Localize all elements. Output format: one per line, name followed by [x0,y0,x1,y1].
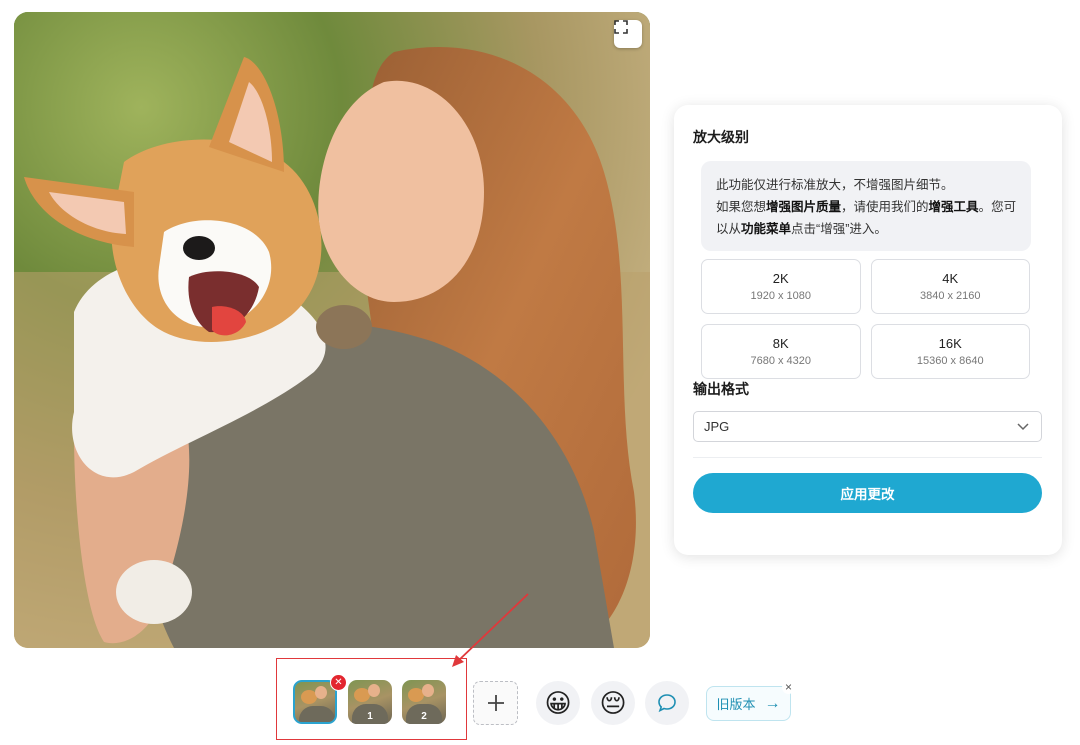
sad-face-icon: 😔 [599,687,627,718]
note-line-2: 如果您想增强图片质量，请使用我们的增强工具。您可以从功能菜单点击“增强”进入。 [716,196,1017,240]
upscale-info-note: 此功能仅进行标准放大，不增强图片细节。 如果您想增强图片质量，请使用我们的增强工… [701,161,1031,251]
thumbnail-2[interactable]: 2 [402,680,446,724]
feedback-happy-button[interactable]: 😀 [536,681,580,725]
scale-level-title: 放大级别 [693,129,749,145]
close-old-version-button[interactable]: × [782,681,795,694]
output-format-title: 输出格式 [693,381,749,397]
resolution-option-2k[interactable]: 2K 1920 x 1080 [701,259,861,314]
output-format-value: JPG [704,419,730,434]
remove-thumbnail-button[interactable]: ✕ [330,674,347,691]
resolution-option-4k[interactable]: 4K 3840 x 2160 [870,259,1030,314]
note-text-d: 点击“增强”进入。 [791,222,887,236]
plus-icon [487,695,504,711]
resolution-option-8k[interactable]: 8K 7680 x 4320 [701,324,861,379]
resolution-name: 16K [938,336,962,351]
thumbnail-1[interactable]: 1 [348,680,392,724]
arrow-right-icon: → [764,694,781,712]
resolution-name: 2K [772,271,789,286]
feedback-sad-button[interactable]: 😔 [591,681,635,725]
thumbnail-label: 2 [421,711,427,722]
resolution-dims: 1920 x 1080 [750,290,812,302]
output-format-select[interactable]: JPG [693,411,1042,442]
photo-illustration [14,12,650,648]
resolution-dims: 15360 x 8640 [916,355,984,367]
resolution-option-16k[interactable]: 16K 15360 x 8640 [870,324,1030,379]
thumbnail-label: 1 [367,711,373,722]
note-bold-quality: 增强图片质量 [766,200,842,214]
fullscreen-button[interactable] [614,20,642,48]
resolution-name: 8K [772,336,789,351]
fullscreen-icon [614,20,628,34]
divider [693,457,1042,458]
note-text-b: ，请使用我们的 [841,200,929,214]
old-version-button[interactable]: 旧版本 → [706,686,791,721]
chat-bubble-icon [658,694,676,713]
old-version-label: 旧版本 [716,697,756,712]
resolution-dims: 7680 x 4320 [750,355,812,367]
happy-face-icon: 😀 [544,687,572,718]
note-line-1: 此功能仅进行标准放大，不增强图片细节。 [716,178,954,192]
comment-button[interactable] [645,681,689,725]
main-image [14,12,650,648]
note-bold-menu: 功能菜单 [741,222,792,236]
resolution-dims: 3840 x 2160 [919,290,981,302]
apply-changes-button[interactable]: 应用更改 [693,473,1042,513]
note-bold-tool: 增强工具 [928,200,979,214]
add-image-button[interactable] [473,681,518,725]
note-text-a: 如果您想 [716,200,767,214]
upscale-settings-panel: 放大级别 此功能仅进行标准放大，不增强图片细节。 如果您想增强图片质量，请使用我… [674,105,1062,555]
chevron-down-icon [1017,422,1029,430]
resolution-name: 4K [942,271,959,286]
resolution-options: 2K 1920 x 1080 4K 3840 x 2160 8K 7680 x … [701,259,1030,379]
